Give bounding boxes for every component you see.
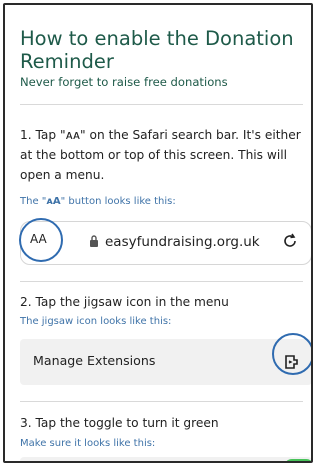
aa-glyph: ᴀA xyxy=(46,196,61,207)
page-title: How to enable the Donation Reminder xyxy=(20,27,294,73)
step-1-hint: The "ᴀA" button looks like this: xyxy=(20,196,176,207)
divider xyxy=(20,401,303,402)
step-2-text: 2. Tap the jigsaw icon in the menu xyxy=(20,295,229,309)
lock-icon xyxy=(90,235,98,247)
manage-extensions-label: Manage Extensions xyxy=(33,353,156,368)
step-2-hint: The jigsaw icon looks like this: xyxy=(20,316,172,327)
divider xyxy=(20,104,303,105)
url-text: easyfundraising.org.uk xyxy=(105,234,260,250)
manage-extensions-row: Manage Extensions xyxy=(20,333,311,385)
toggle-row xyxy=(20,457,311,463)
hint-suffix: " button looks like this: xyxy=(60,196,176,207)
hint-prefix: The " xyxy=(20,196,47,207)
extension-checkbox-icon xyxy=(28,461,38,463)
step-3-hint: Make sure it looks like this: xyxy=(20,438,156,449)
reload-icon[interactable] xyxy=(281,232,299,250)
step-3-text: 3. Tap the toggle to turn it green xyxy=(20,416,219,430)
safari-address-bar: AA easyfundraising.org.uk xyxy=(19,218,311,265)
highlight-ring xyxy=(272,333,311,375)
step-1-instruction: 1. Tap "ᴀᴀ" on the Safari search bar. It… xyxy=(20,128,301,182)
instruction-card: How to enable the Donation Reminder Neve… xyxy=(3,3,313,463)
step-1-text: 1. Tap "ᴀᴀ" on the Safari search bar. It… xyxy=(20,125,305,185)
toggle-switch[interactable] xyxy=(284,459,311,461)
highlight-ring xyxy=(19,218,63,262)
page-subtitle: Never forget to raise free donations xyxy=(20,75,228,89)
divider xyxy=(20,281,303,282)
